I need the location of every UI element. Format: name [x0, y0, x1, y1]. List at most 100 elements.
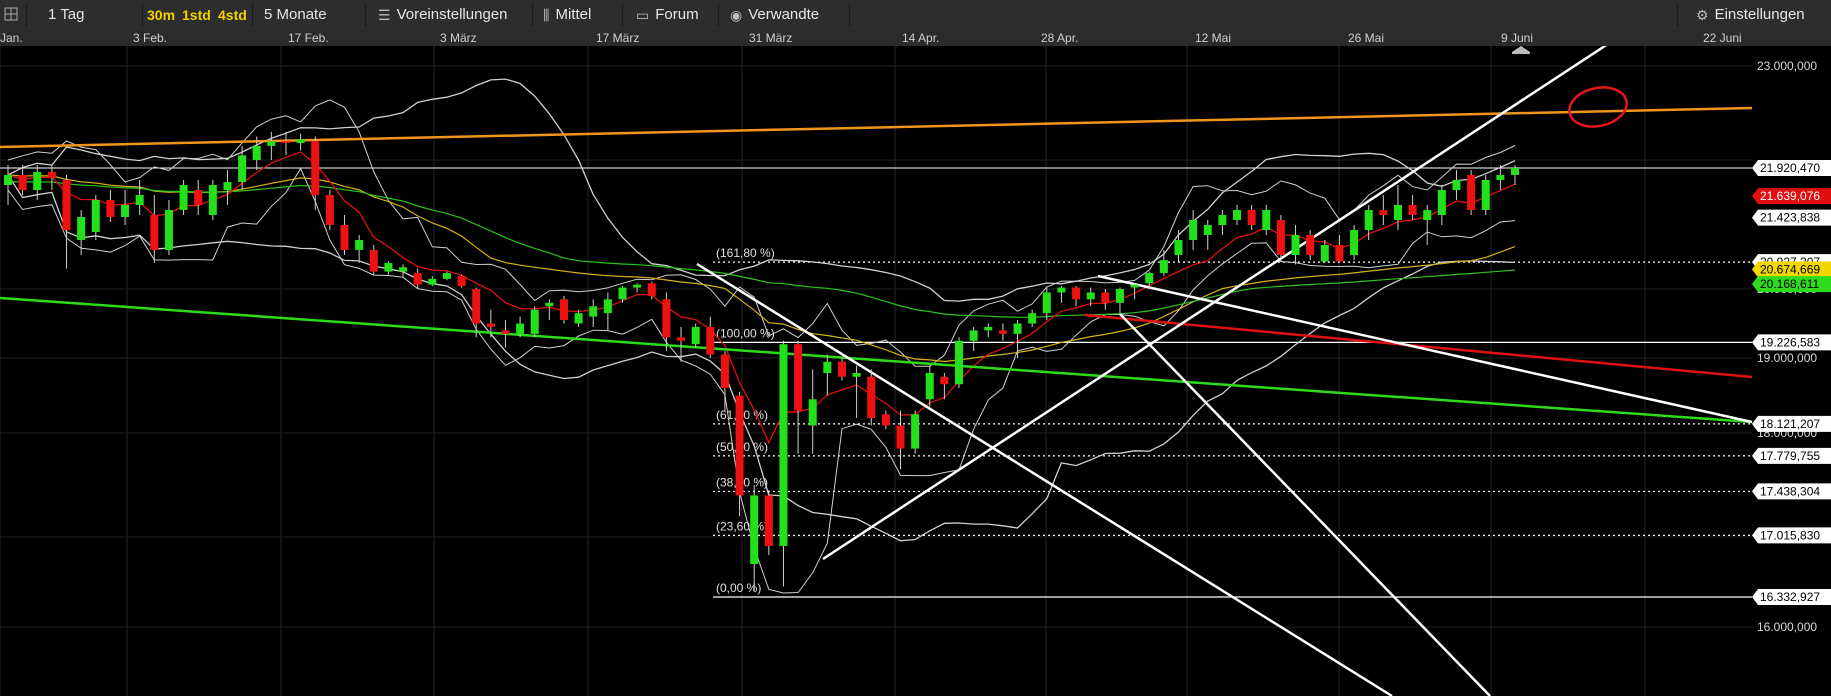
candle-body-down	[735, 395, 744, 496]
candle	[399, 264, 408, 278]
range-5-months-button[interactable]: 5 Monate	[264, 0, 327, 30]
candle-body-down	[720, 354, 729, 388]
toolbar-divider	[1677, 3, 1678, 27]
price-chart[interactable]: (161,80 %)(100,00 %)(61,80 %)(50,00 %)(3…	[0, 46, 1831, 696]
candle	[472, 287, 481, 338]
interval-1-day-button[interactable]: 1 Tag	[48, 0, 84, 30]
forum-button[interactable]: ▭ Forum	[636, 0, 699, 30]
date-tick-label: 12 Mai	[1195, 31, 1232, 45]
price-flag: 16.332,927	[1752, 589, 1831, 606]
settings-button[interactable]: ⚙ Einstellungen	[1696, 0, 1805, 30]
date-tick-label: 9 Juni	[1501, 31, 1534, 45]
candle-body-up	[1115, 289, 1124, 303]
related-label: Verwandte	[748, 6, 820, 23]
candle-body-up	[925, 373, 934, 400]
candle-body-down	[1467, 175, 1476, 210]
candle-body-up	[808, 399, 817, 426]
toolbar-divider	[26, 3, 27, 27]
candle-body-up	[77, 217, 86, 240]
candle	[1115, 287, 1124, 314]
candle-body-down	[281, 141, 290, 144]
candle	[545, 299, 554, 321]
candle-body-down	[1276, 220, 1285, 255]
candle	[150, 195, 159, 263]
price-flag: 21.423,838	[1752, 209, 1831, 226]
trendline-white-steep	[1119, 313, 1491, 696]
candle	[530, 306, 539, 338]
price-flag-label: 19.226,583	[1760, 335, 1820, 349]
candle	[384, 261, 393, 275]
candle	[720, 351, 729, 411]
candle	[1174, 230, 1183, 262]
price-flag-label: 20.674,669	[1760, 262, 1820, 276]
candle	[969, 326, 978, 352]
price-flag-label: 20.168,611	[1760, 277, 1819, 291]
interval-4std-button[interactable]: 4std	[218, 0, 247, 30]
candle	[355, 235, 364, 263]
candle	[808, 369, 817, 454]
candle	[267, 131, 276, 160]
candle	[325, 190, 334, 230]
price-flag: 20.674,669	[1752, 261, 1831, 278]
candle-body-up	[1086, 292, 1095, 300]
candle-body-down	[1072, 287, 1081, 300]
candle	[852, 365, 861, 418]
candle-body-up	[1320, 245, 1329, 262]
presets-button[interactable]: ☰ Voreinstellungen	[378, 0, 507, 30]
candle-body-down	[340, 225, 349, 250]
candle-body-down	[1306, 235, 1315, 255]
candle	[1072, 286, 1081, 307]
candle	[633, 283, 642, 293]
candle	[208, 180, 217, 220]
candle	[1247, 205, 1256, 230]
trendline-white-falling	[696, 262, 1393, 696]
candle-body-up	[399, 267, 408, 272]
candle-body-up	[1130, 284, 1139, 288]
candle-body-down	[940, 376, 949, 385]
candle-body-down	[998, 330, 1007, 334]
forum-label: Forum	[655, 6, 699, 23]
candle-body-up	[1496, 175, 1505, 180]
presets-label: Voreinstellungen	[396, 6, 508, 23]
interval-30m-button[interactable]: 30m	[147, 0, 175, 30]
candle	[121, 190, 130, 225]
candle	[1452, 170, 1461, 200]
candlestick-icon: ⫼	[543, 7, 550, 24]
candle-body-up	[1218, 215, 1227, 225]
sliders-icon: ☰	[378, 7, 391, 24]
candle	[1364, 205, 1373, 240]
candle-body-down	[647, 283, 656, 296]
resistance-line-orange	[0, 106, 1753, 149]
candle-body-up	[91, 200, 100, 232]
candle-body-down	[413, 273, 422, 285]
candle	[1335, 235, 1344, 263]
candle-body-down	[62, 180, 71, 230]
candle-body-up	[1350, 230, 1359, 255]
price-flag: 21.639,076	[1752, 188, 1831, 205]
candle	[1379, 195, 1388, 225]
layout-menu-button[interactable]	[0, 0, 24, 30]
candle-body-up	[442, 273, 451, 279]
candle-body-up	[589, 306, 598, 317]
candle-body-up	[33, 172, 42, 190]
interval-1std-button[interactable]: 1std	[182, 0, 211, 30]
candle-body-down	[867, 376, 876, 418]
candle	[1423, 205, 1432, 245]
candle-body-up	[384, 262, 393, 272]
candle-body-up	[1393, 205, 1402, 220]
candle-body-up	[1423, 210, 1432, 220]
candle	[1350, 225, 1359, 260]
candle-body-up	[164, 210, 173, 250]
price-flags: 21.920,47021.639,07621.423,83820.927,207…	[1752, 159, 1831, 606]
related-button[interactable]: ◉ Verwandte	[730, 0, 819, 30]
average-button[interactable]: ⫼ Mittel	[543, 0, 591, 30]
average-label: Mittel	[555, 6, 592, 23]
price-tick-label: 23.000,000	[1757, 59, 1817, 73]
candle-body-down	[1247, 210, 1256, 225]
candle-body-up	[1437, 190, 1446, 215]
candle-body-up	[267, 141, 276, 146]
candle-body-down	[486, 323, 495, 327]
candle-body-up	[750, 495, 759, 564]
today-marker-icon	[1512, 46, 1530, 54]
trendline-green	[0, 296, 1753, 424]
